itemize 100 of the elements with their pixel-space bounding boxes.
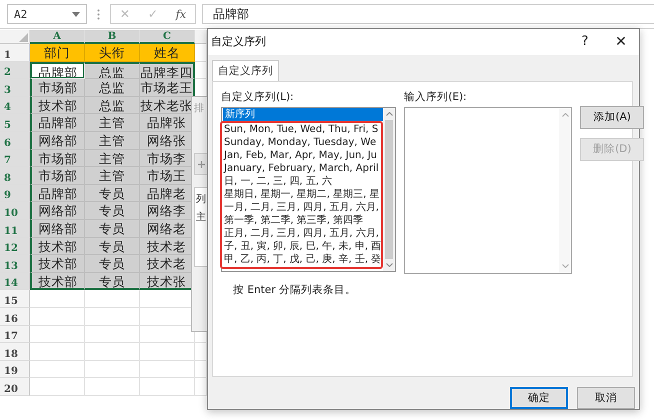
list-label: 自定义序列(L):: [221, 90, 295, 104]
scrollbar[interactable]: [383, 108, 396, 271]
table-cell: [140, 378, 195, 396]
input-label: 输入序列(E):: [404, 90, 468, 104]
table-cell: [140, 343, 195, 361]
input-field[interactable]: [404, 106, 572, 274]
window-title: 自定义序列: [211, 34, 266, 50]
tab[interactable]: 自定义序列: [212, 60, 279, 81]
table-cell: [30, 326, 85, 344]
table-cell: 主管: [85, 167, 140, 185]
table-cell: 网络部: [30, 220, 85, 238]
table-cell: 专员: [85, 238, 140, 256]
table-cell: [140, 360, 195, 378]
table-cell: 技术部: [30, 272, 85, 290]
table-cell: 专员: [85, 184, 140, 202]
list-item[interactable]: 日, 一, 二, 三, 四, 五, 六: [222, 174, 382, 188]
dialog-title: 排: [194, 102, 205, 115]
scroll-down-icon[interactable]: [386, 262, 393, 267]
list-item[interactable]: 正月, 二月, 三月, 四月, 五月, 六月,: [222, 226, 382, 240]
drag-handle-icon[interactable]: [97, 8, 100, 20]
list-item[interactable]: 星期日, 星期一, 星期二, 星期三, 星: [222, 188, 382, 201]
row-header[interactable]: 5: [0, 114, 30, 132]
table-cell: [30, 360, 85, 378]
table-cell: [85, 326, 140, 344]
hint-text: 按 Enter 分隔列表条目。: [233, 282, 357, 297]
row-header[interactable]: 14: [0, 272, 30, 290]
list-item[interactable]: 新序列: [223, 108, 384, 121]
row-header[interactable]: 6: [0, 132, 30, 150]
row-header[interactable]: 15: [0, 290, 30, 308]
row-header[interactable]: 7: [0, 150, 30, 168]
column-header[interactable]: C: [140, 30, 195, 44]
dialog-button[interactable]: 确定: [510, 387, 568, 409]
list-item[interactable]: Sunday, Monday, Tuesday, We: [222, 136, 382, 149]
table-cell: 技术部: [30, 238, 85, 256]
list-item[interactable]: Sun, Mon, Tue, Wed, Thu, Fri, S: [222, 122, 382, 136]
table-cell: 品牌部: [30, 184, 85, 202]
table-cell: 市场老王: [140, 79, 195, 97]
row-header[interactable]: 4: [0, 96, 30, 114]
help-button[interactable]: ?: [567, 34, 603, 50]
name-box[interactable]: A2: [7, 4, 87, 24]
row-header[interactable]: 13: [0, 255, 30, 273]
table-cell: [30, 378, 85, 396]
action-button[interactable]: 添加(A): [580, 106, 644, 129]
row-header[interactable]: 19: [0, 360, 30, 378]
row-header[interactable]: 17: [0, 326, 30, 344]
list-item[interactable]: January, February, March, April: [222, 162, 382, 175]
table-cell: 主管: [85, 132, 140, 150]
table-header-cell: 姓名: [140, 44, 195, 62]
table-cell: 网络部: [30, 202, 85, 220]
add-button[interactable]: [194, 153, 208, 175]
formula-field[interactable]: 品牌部: [202, 4, 654, 24]
table-cell: 市场部: [30, 150, 85, 168]
table-cell: 品牌部: [30, 114, 85, 132]
select-all-icon[interactable]: [19, 33, 28, 42]
table-cell: 专员: [85, 220, 140, 238]
row-header[interactable]: 16: [0, 308, 30, 326]
column-header[interactable]: [195, 30, 207, 44]
table-cell: [85, 360, 140, 378]
list-item[interactable]: 甲, 乙, 丙, 丁, 戊, 己, 庚, 辛, 壬, 癸: [222, 252, 382, 266]
table-header-cell: 头衔: [85, 44, 140, 62]
insert-function-button[interactable]: fx: [176, 8, 186, 20]
dialog-button[interactable]: 取消: [577, 387, 635, 409]
table-cell: 总监: [85, 79, 140, 97]
dropdown-icon: [72, 12, 80, 16]
list-item[interactable]: 一月, 二月, 三月, 四月, 五月, 六月,: [222, 200, 382, 214]
row-header[interactable]: 10: [0, 202, 30, 220]
table-cell: 专员: [85, 255, 140, 273]
row-header[interactable]: 9: [0, 184, 30, 202]
table-cell: 市场部: [30, 167, 85, 185]
column-header[interactable]: B: [85, 30, 140, 44]
scroll-up-icon[interactable]: [386, 112, 393, 116]
row-header[interactable]: 8: [0, 167, 30, 185]
row-header[interactable]: 20: [0, 378, 30, 396]
list-item[interactable]: 第一季, 第二季, 第三季, 第四季: [222, 214, 382, 227]
row-header[interactable]: 3: [0, 79, 30, 97]
table-cell: 主管: [85, 114, 140, 132]
list-item[interactable]: Jan, Feb, Mar, Apr, May, Jun, Ju: [222, 148, 382, 162]
column-header[interactable]: A: [30, 30, 85, 44]
scrollbar-thumb[interactable]: [385, 120, 394, 259]
table-cell: 技术部: [30, 96, 85, 114]
close-button[interactable]: ✕: [603, 34, 639, 50]
table-cell: 总监: [85, 96, 140, 114]
table-cell: 专员: [85, 202, 140, 220]
row-header[interactable]: 12: [0, 238, 30, 256]
scroll-down-icon[interactable]: [562, 264, 569, 268]
row-header[interactable]: 18: [0, 343, 30, 361]
table-header-cell: 部门: [30, 44, 85, 62]
list-item[interactable]: 子, 丑, 寅, 卯, 辰, 巳, 午, 未, 申, 酉: [222, 240, 382, 253]
table-cell: [30, 290, 85, 308]
table-cell: 主管: [85, 150, 140, 168]
row-header[interactable]: 11: [0, 220, 30, 238]
table-cell: [30, 343, 85, 361]
table-cell: [85, 343, 140, 361]
table-cell: [30, 308, 85, 326]
table-cell: 网络部: [30, 132, 85, 150]
scroll-up-icon[interactable]: [562, 112, 569, 117]
row-header[interactable]: 2: [0, 62, 30, 80]
row-header[interactable]: 1: [0, 44, 30, 62]
table-cell: [85, 378, 140, 396]
list-box[interactable]: [221, 106, 396, 272]
